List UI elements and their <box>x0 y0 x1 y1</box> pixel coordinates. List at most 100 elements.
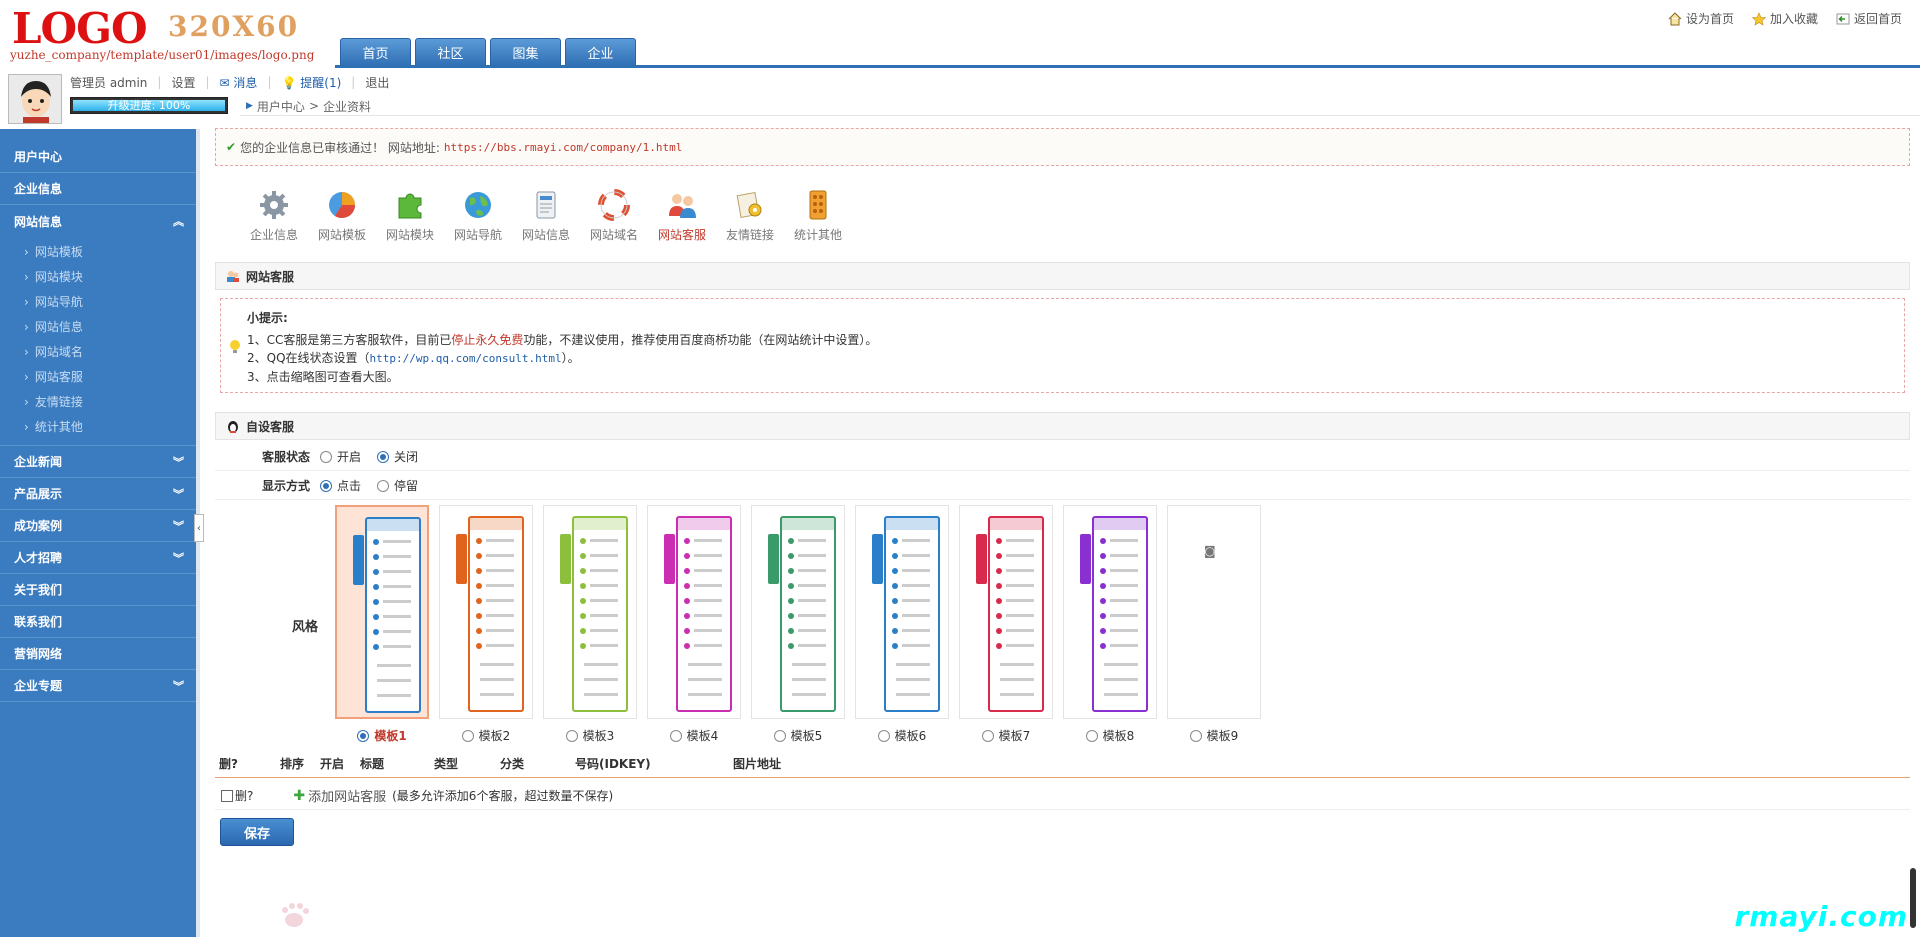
site-logo[interactable]: LOGO 320X60 yuzhe_company/template/user0… <box>10 4 330 64</box>
logout-link[interactable]: 退出 <box>365 74 389 91</box>
template-thumbnail[interactable] <box>439 505 533 719</box>
sidebar-item-contact[interactable]: 联系我们 <box>0 606 196 638</box>
template-radio[interactable]: 模板4 <box>669 727 718 744</box>
sidebar-sub-domain[interactable]: 网站域名 <box>0 339 196 364</box>
thumbnail-dot <box>892 538 898 544</box>
thumbnail-line <box>486 644 514 647</box>
template-radio[interactable]: 模板5 <box>773 727 822 744</box>
separator: | <box>267 75 272 89</box>
template-label: 模板6 <box>894 729 927 743</box>
sidebar-item-label: 关于我们 <box>14 583 63 597</box>
thumbnail-panel <box>572 516 628 712</box>
template-thumbnail[interactable] <box>855 505 949 719</box>
thumbnail-dot <box>684 553 690 559</box>
save-button[interactable]: 保存 <box>220 818 294 846</box>
thumbnail-dot <box>476 598 482 604</box>
template-radio[interactable]: 模板2 <box>461 727 511 744</box>
tool-site-template[interactable]: 网站模板 <box>308 188 376 243</box>
tool-site-domain[interactable]: 网站域名 <box>580 188 648 243</box>
thumbnail-line <box>1000 678 1034 681</box>
sidebar-sub-links[interactable]: 友情链接 <box>0 389 196 414</box>
set-homepage-link[interactable]: 设为首页 <box>1668 10 1734 27</box>
sidebar-sub-module[interactable]: 网站模块 <box>0 264 196 289</box>
tool-friend-links[interactable]: 友情链接 <box>716 188 784 243</box>
expand-down-icon: ︾ <box>173 455 184 469</box>
sidebar-sub-nav[interactable]: 网站导航 <box>0 289 196 314</box>
tool-company-info[interactable]: 企业信息 <box>240 188 308 243</box>
template-thumbnail[interactable] <box>647 505 741 719</box>
template-thumbnail[interactable] <box>335 505 429 719</box>
sidebar-sub-info[interactable]: 网站信息 <box>0 314 196 339</box>
sidebar-item-user-center[interactable]: 用户中心 <box>0 141 196 173</box>
add-service-link[interactable]: 添加网站客服 <box>308 786 386 805</box>
template-thumbnail[interactable] <box>1063 505 1157 719</box>
thumbnail-tab <box>872 534 883 584</box>
sidebar-item-about[interactable]: 关于我们 <box>0 574 196 606</box>
sidebar-item-jobs[interactable]: 人才招聘 ︾ <box>0 542 196 574</box>
bulb-icon: 💡 <box>281 75 297 90</box>
col-delete: 删? <box>219 757 238 771</box>
breadcrumb-root[interactable]: 用户中心 <box>257 98 305 115</box>
thumbnail-line <box>377 694 411 697</box>
notice-text: 您的企业信息已审核通过！ 网站地址: <box>240 140 440 155</box>
avatar[interactable] <box>8 74 62 124</box>
sidebar-collapse-toggle[interactable]: ‹ <box>194 514 204 542</box>
template-thumbnail[interactable] <box>543 505 637 719</box>
template-thumbnail[interactable]: ◙ <box>1167 505 1261 719</box>
template-thumbnail[interactable] <box>959 505 1053 719</box>
messages-link[interactable]: ✉ 消息 <box>220 74 258 91</box>
template-radio[interactable]: 模板6 <box>877 727 927 744</box>
thumbnail-dot <box>373 554 379 560</box>
status-off-radio[interactable]: 关闭 <box>377 448 418 465</box>
template-label: 模板2 <box>478 729 511 743</box>
sidebar-item-news[interactable]: 企业新闻 ︾ <box>0 446 196 478</box>
sidebar-item-cases[interactable]: 成功案例 ︾ <box>0 510 196 542</box>
settings-link[interactable]: 设置 <box>171 74 195 91</box>
nav-tab-company[interactable]: 企业 <box>565 38 636 66</box>
template-radio[interactable]: 模板9 <box>1189 727 1238 744</box>
thumbnail-line <box>486 629 514 632</box>
tool-site-service[interactable]: 网站客服 <box>648 188 716 243</box>
thumbnail-dot <box>373 584 379 590</box>
nav-tab-gallery[interactable]: 图集 <box>490 38 561 66</box>
display-stay-radio[interactable]: 停留 <box>377 477 418 494</box>
thumbnail-line <box>1110 539 1138 542</box>
back-home-link[interactable]: 返回首页 <box>1836 10 1902 27</box>
tool-site-info[interactable]: 网站信息 <box>512 188 580 243</box>
expand-down-icon: ︾ <box>173 519 184 533</box>
status-on-radio[interactable]: 开启 <box>320 448 361 465</box>
qq-consult-link[interactable]: http://wp.qq.com/consult.html <box>370 352 562 365</box>
notice-url-link[interactable]: https://bbs.rmayi.com/company/1.html <box>444 141 682 154</box>
thumbnail-dot <box>580 583 586 589</box>
sidebar-sub-stats[interactable]: 统计其他 <box>0 414 196 439</box>
template-thumbnail[interactable] <box>751 505 845 719</box>
scrollbar-thumb[interactable] <box>1910 868 1916 928</box>
template-radio[interactable]: 模板1 <box>357 727 407 744</box>
tool-site-module[interactable]: 网站模块 <box>376 188 444 243</box>
sidebar-sub-template[interactable]: 网站模板 <box>0 239 196 264</box>
thumbnail-dot <box>684 628 690 634</box>
nav-tab-community[interactable]: 社区 <box>415 38 486 66</box>
template-radio[interactable]: 模板7 <box>981 727 1030 744</box>
display-click-radio[interactable]: 点击 <box>320 477 361 494</box>
template-option: 模板5 <box>751 505 845 744</box>
envelope-icon: ✉ <box>219 75 230 90</box>
template-radio[interactable]: 模板8 <box>1085 727 1134 744</box>
thumbnail-line <box>383 585 411 588</box>
gear-icon <box>260 191 288 219</box>
sidebar-item-company-info[interactable]: 企业信息 <box>0 173 196 205</box>
sidebar-item-products[interactable]: 产品展示 ︾ <box>0 478 196 510</box>
sidebar-sub-service[interactable]: 网站客服 <box>0 364 196 389</box>
tool-site-nav[interactable]: 网站导航 <box>444 188 512 243</box>
nav-tab-home[interactable]: 首页 <box>340 38 411 66</box>
reminder-link[interactable]: 💡 提醒(1) <box>281 74 341 91</box>
thumbnail-dot <box>684 643 690 649</box>
template-radio[interactable]: 模板3 <box>565 727 614 744</box>
sidebar-item-marketing[interactable]: 营销网络 <box>0 638 196 670</box>
sidebar-item-website-info[interactable]: 网站信息 ︽ <box>0 205 196 237</box>
add-favorite-link[interactable]: 加入收藏 <box>1751 10 1818 27</box>
thumbnail-header <box>678 518 730 530</box>
tool-stats-other[interactable]: 统计其他 <box>784 188 852 243</box>
delete-checkbox[interactable] <box>221 789 233 802</box>
sidebar-item-topics[interactable]: 企业专题 ︾ <box>0 670 196 702</box>
